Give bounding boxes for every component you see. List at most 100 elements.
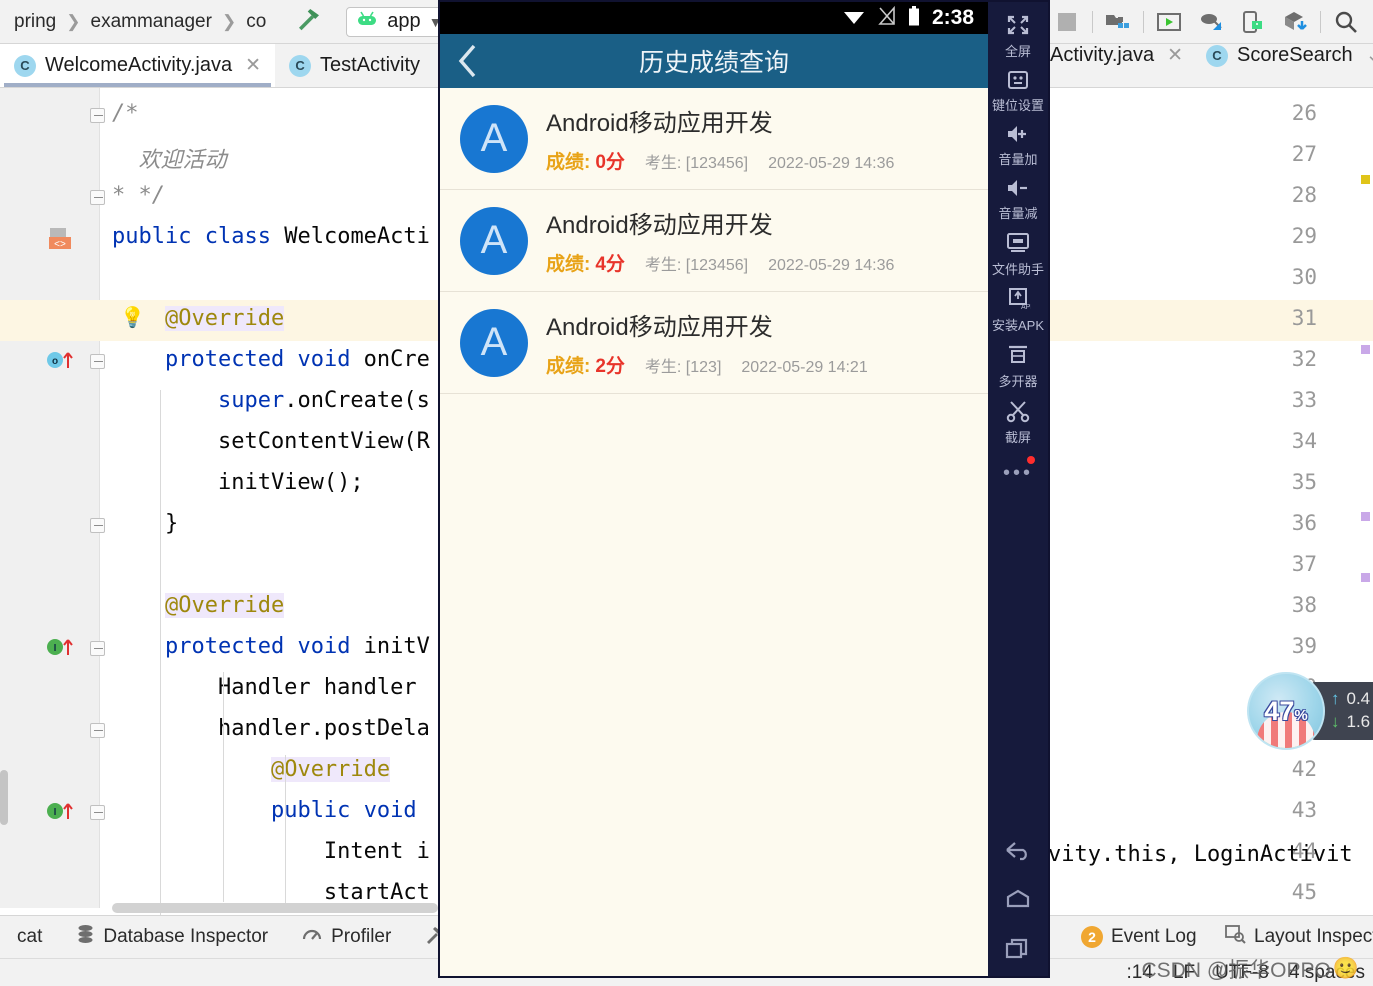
fold-toggle-icon[interactable] — [90, 108, 105, 123]
editor-gutter[interactable] — [0, 88, 100, 908]
breadcrumb-item-2[interactable]: co — [236, 11, 276, 33]
tool-logcat[interactable]: cat — [0, 926, 59, 948]
line-number: 32 — [1291, 347, 1317, 371]
rail-item-install-apk[interactable]: APK 安装APK — [988, 280, 1048, 336]
editor-tab-testactivity[interactable]: C TestActivity — [275, 44, 434, 87]
emulator-nav-buttons[interactable] — [1003, 839, 1033, 966]
install-apk-icon: APK — [1005, 287, 1035, 316]
more-dots-icon[interactable]: ••• — [1003, 456, 1035, 485]
battery-icon — [908, 5, 920, 31]
tool-event-log[interactable]: 2 Event Log — [1064, 926, 1214, 948]
tool-label: cat — [17, 926, 43, 947]
tool-database-inspector[interactable]: Database Inspector — [59, 924, 285, 950]
back-nav-icon[interactable] — [1003, 839, 1033, 866]
horizontal-scrollbar[interactable] — [112, 903, 438, 913]
breadcrumb-separator-icon: ❯ — [221, 11, 237, 31]
score-list-item[interactable]: A Android移动应用开发 成绩: 0分 考生: [123456] 2022-05-2… — [440, 88, 988, 190]
score-list-item[interactable]: A Android移动应用开发 成绩: 4分 考生: [123456] 2022-05-2… — [440, 190, 988, 292]
breadcrumb-item-0[interactable]: pring — [4, 11, 66, 33]
code-line[interactable]: * */ — [112, 183, 165, 208]
editor-tab-activity[interactable]: Activity.java ✕ — [1036, 44, 1197, 67]
code-line[interactable]: public class WelcomeActi — [112, 224, 430, 249]
hammer-icon[interactable] — [294, 4, 324, 39]
upload-arrow-icon: ↑ — [1331, 689, 1340, 709]
line-number: 28 — [1291, 183, 1317, 207]
fold-toggle-icon[interactable] — [90, 354, 105, 369]
chevron-down-icon[interactable]: ⌄ — [1366, 44, 1373, 67]
rail-item-file-assistant[interactable]: 文件助手 — [988, 224, 1048, 280]
stop-icon[interactable] — [1046, 1, 1088, 43]
gutter-marker-warning[interactable] — [1361, 175, 1370, 184]
fold-toggle-icon[interactable] — [90, 518, 105, 533]
breadcrumb-item-1[interactable]: exammanager — [81, 11, 222, 33]
rail-item-label: 音量减 — [998, 206, 1038, 221]
avatar: A — [460, 104, 528, 173]
code-line[interactable]: /* — [112, 101, 139, 126]
rail-item-volume-down[interactable]: 音量减 — [988, 170, 1048, 224]
debug-icon[interactable] — [1190, 1, 1232, 43]
sdk-manager-icon[interactable] — [1274, 1, 1316, 43]
notification-dot — [1027, 456, 1035, 464]
svg-text:o: o — [52, 356, 58, 367]
score-history-list[interactable]: A Android移动应用开发 成绩: 0分 考生: [123456] 2022-05-2… — [440, 88, 988, 394]
line-number: 29 — [1291, 224, 1317, 248]
avatar: A — [460, 206, 528, 275]
code-line[interactable]: @Override — [112, 306, 285, 331]
resource-reference-icon[interactable]: <> — [48, 227, 74, 255]
fold-toggle-icon[interactable] — [90, 723, 105, 738]
examinee-label: 考生: [123] — [644, 359, 722, 376]
close-icon[interactable]: ✕ — [245, 54, 261, 77]
rail-item-volume-up[interactable]: 音量加 — [988, 116, 1048, 170]
code-line[interactable]: @Override — [112, 757, 391, 782]
fold-toggle-icon[interactable] — [90, 641, 105, 656]
tool-profiler[interactable]: Profiler — [285, 925, 408, 950]
home-nav-icon[interactable] — [1003, 888, 1033, 915]
run-icon[interactable] — [1148, 1, 1190, 43]
fold-toggle-icon[interactable] — [90, 805, 105, 820]
code-line[interactable]: protected void onCre — [112, 347, 430, 372]
gutter-marker-usage[interactable] — [1361, 573, 1370, 582]
code-line[interactable]: public void — [112, 798, 417, 823]
device-manager-icon[interactable] — [1232, 1, 1274, 43]
line-number: 30 — [1291, 265, 1317, 289]
layout-inspector-icon — [1225, 924, 1246, 950]
line-number: 43 — [1291, 798, 1317, 822]
score-list-item[interactable]: A Android移动应用开发 成绩: 2分 考生: [123] 2022-05-29 1… — [440, 292, 988, 394]
rail-item-label: 多开器 — [998, 374, 1038, 389]
rail-item-multi-instance[interactable]: 多开器 — [988, 336, 1048, 392]
close-icon[interactable]: ✕ — [1167, 44, 1183, 67]
performance-float-widget[interactable]: 47% ↑ 0.4 ↓ 1.6 — [1247, 672, 1373, 750]
emulator-window[interactable]: 2:38 历史成绩查询 A Android移动应用开发 成绩: 0分 考生: [1234… — [438, 0, 1050, 978]
search-icon[interactable] — [1325, 1, 1367, 43]
code-line[interactable]: Handler handler — [112, 675, 417, 700]
multi-instance-icon — [1005, 343, 1031, 372]
project-structure-icon[interactable] — [1097, 1, 1139, 43]
recents-nav-icon[interactable] — [1003, 937, 1033, 966]
score-value: 2分 — [595, 356, 625, 377]
profiler-icon — [302, 925, 323, 950]
emulator-tool-rail[interactable]: 全屏键位设置音量加音量减文件助手 APK 安装APK 多开器截屏 ••• — [988, 2, 1048, 976]
rail-item-scissors[interactable]: 截屏 — [988, 392, 1048, 448]
java-class-icon: C — [1206, 44, 1228, 67]
svg-text:I: I — [54, 807, 57, 818]
rail-item-keymap[interactable]: 键位设置 — [988, 62, 1048, 116]
override-marker-icon[interactable]: I — [46, 799, 78, 827]
editor-tab-scoresearch[interactable]: C ScoreSearch ⌄ — [1192, 44, 1373, 67]
gutter-marker-usage[interactable] — [1361, 512, 1370, 521]
code-line[interactable]: initView(); — [112, 470, 364, 495]
emulator-screen[interactable]: 2:38 历史成绩查询 A Android移动应用开发 成绩: 0分 考生: [1234… — [440, 2, 988, 976]
vertical-scrollbar[interactable] — [0, 770, 8, 825]
code-line[interactable]: } — [112, 511, 178, 536]
svg-text:<>: <> — [54, 239, 66, 250]
cpu-usage-ball[interactable]: 47% — [1247, 672, 1325, 750]
gutter-marker-usage[interactable] — [1361, 345, 1370, 354]
override-marker-icon[interactable]: o — [46, 348, 78, 376]
code-line[interactable]: @Override — [112, 593, 285, 618]
override-marker-icon[interactable]: I — [46, 635, 78, 663]
rail-item-fullscreen[interactable]: 全屏 — [988, 6, 1048, 62]
rail-item-label: 音量加 — [998, 152, 1038, 167]
fold-toggle-icon[interactable] — [90, 190, 105, 205]
editor-tab-welcomeactivity[interactable]: C WelcomeActivity.java ✕ — [0, 44, 276, 87]
tool-layout-inspector[interactable]: Layout Inspector — [1208, 924, 1373, 950]
code-line[interactable]: 欢迎活动 — [112, 142, 226, 174]
